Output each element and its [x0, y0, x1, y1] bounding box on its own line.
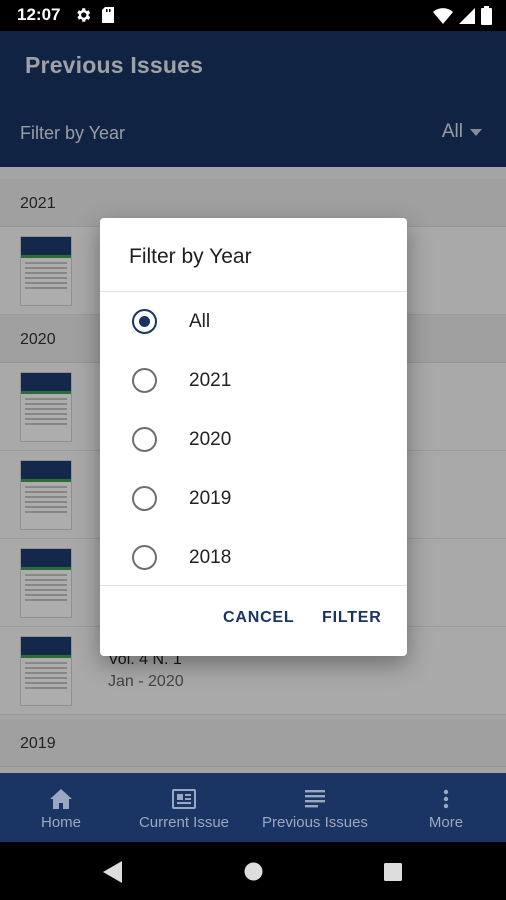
radio-unselected-icon[interactable]: [132, 368, 157, 393]
nav-label: Previous Issues: [262, 814, 368, 831]
year-option-label: 2020: [189, 429, 232, 450]
gear-icon: [74, 6, 92, 29]
radio-unselected-icon[interactable]: [132, 545, 157, 570]
nav-label: Current Issue: [138, 814, 230, 831]
home-circle-icon[interactable]: [244, 862, 263, 886]
back-icon[interactable]: [103, 861, 123, 888]
bottom-navigation: Home Current Issue Previous Issues More: [0, 773, 506, 842]
filter-button[interactable]: FILTER: [322, 609, 382, 627]
radio-unselected-icon[interactable]: [132, 486, 157, 511]
radio-selected-icon[interactable]: [132, 309, 157, 334]
sd-card-icon: [100, 6, 116, 29]
year-option-2021[interactable]: 2021: [100, 351, 407, 410]
status-time: 12:07: [17, 5, 61, 24]
year-option-2019[interactable]: 2019: [100, 469, 407, 528]
system-navigation-bar: [0, 842, 506, 900]
nav-label: More: [428, 814, 464, 831]
home-icon: [50, 787, 72, 811]
year-option-label: All: [189, 311, 211, 332]
list-icon: [304, 787, 326, 811]
nav-label: Home: [40, 814, 81, 831]
newspaper-icon: [172, 787, 196, 811]
wifi-icon: [433, 7, 453, 29]
nav-previous-issues[interactable]: Previous Issues: [256, 773, 374, 842]
more-vertical-icon: [443, 787, 449, 811]
year-option-2020[interactable]: 2020: [100, 410, 407, 469]
year-option-label: 2018: [189, 547, 232, 568]
radio-unselected-icon[interactable]: [132, 427, 157, 452]
battery-icon: [481, 6, 492, 30]
cancel-button[interactable]: CANCEL: [223, 609, 294, 627]
status-bar: 12:07: [0, 0, 506, 31]
year-option-2018[interactable]: 2018: [100, 528, 407, 587]
nav-home[interactable]: Home: [26, 773, 96, 842]
filter-by-year-dialog: Filter by Year All 2021 2020 2019 2018 C…: [100, 218, 407, 656]
nav-current-issue[interactable]: Current Issue: [134, 773, 234, 842]
year-option-all[interactable]: All: [100, 292, 407, 351]
dialog-title: Filter by Year: [129, 245, 252, 268]
year-option-label: 2021: [189, 370, 232, 391]
recents-icon[interactable]: [384, 863, 402, 886]
cell-signal-icon: [459, 7, 475, 29]
nav-more[interactable]: More: [416, 773, 476, 842]
divider: [100, 585, 407, 586]
year-option-label: 2019: [189, 488, 232, 509]
